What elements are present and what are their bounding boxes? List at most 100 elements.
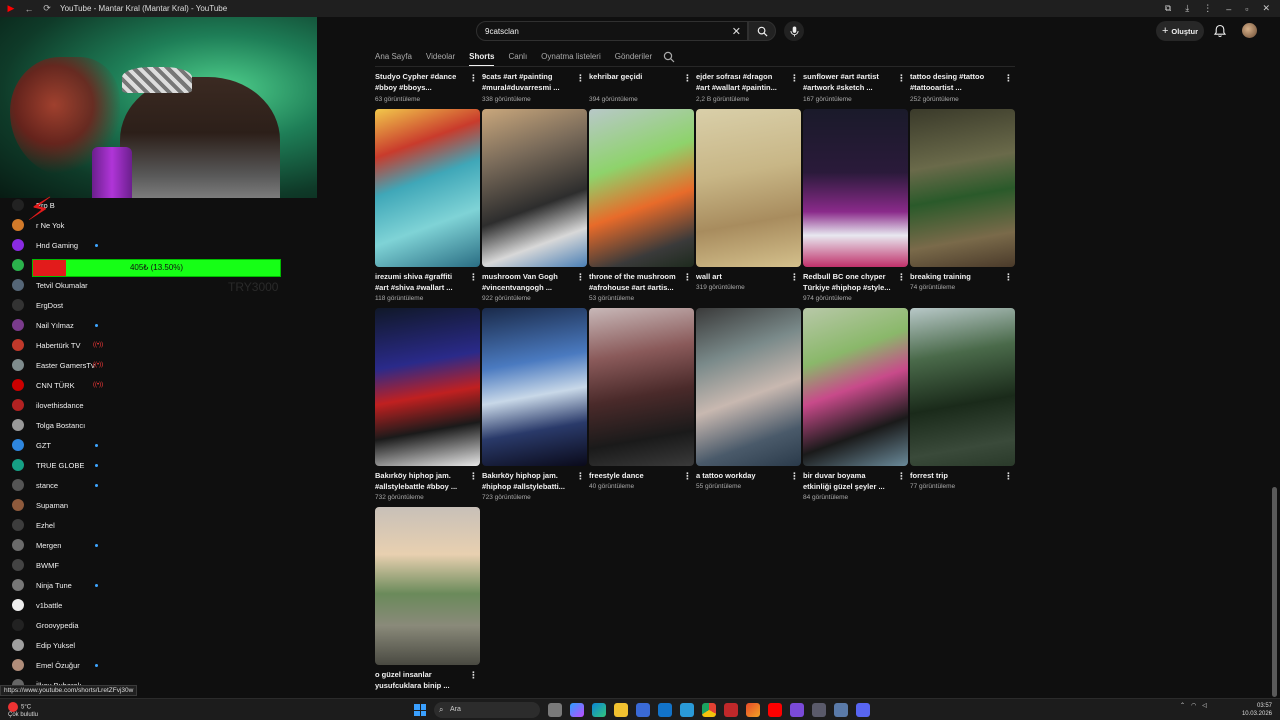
account-avatar[interactable]: [1242, 23, 1257, 38]
short-title[interactable]: wall art: [696, 271, 784, 282]
tab-canlı[interactable]: Canlı: [508, 50, 527, 66]
tray-chevron-icon[interactable]: ⌃: [1180, 702, 1185, 709]
scrollbar-thumb[interactable]: [1272, 487, 1277, 697]
short-title[interactable]: a tattoo workday: [696, 470, 784, 481]
short-title[interactable]: breaking training: [910, 271, 998, 282]
short-thumbnail[interactable]: [482, 308, 587, 466]
sidebar-subscription-item[interactable]: v1battle: [0, 595, 110, 615]
tab-ana-sayfa[interactable]: Ana Sayfa: [375, 50, 412, 66]
more-options-icon[interactable]: ⋮: [790, 471, 799, 482]
short-title[interactable]: irezumi shiva #graffiti #art #shiva #wal…: [375, 271, 463, 293]
short-title[interactable]: Redbull BC one chyper Türkiye #hiphop #s…: [803, 271, 891, 293]
sidebar-subscription-item[interactable]: Groovypedia: [0, 615, 110, 635]
volume-icon[interactable]: ◁: [1202, 702, 1207, 709]
sidebar-subscription-item[interactable]: TRUE GLOBE: [0, 455, 110, 475]
youtube-app-icon[interactable]: [768, 703, 782, 717]
sidebar-subscription-item[interactable]: GZT: [0, 435, 110, 455]
sidebar-subscription-item[interactable]: ilovethisdance: [0, 395, 110, 415]
sidebar-subscription-item[interactable]: Emel Özuğur: [0, 655, 110, 675]
short-title[interactable]: throne of the mushroom #afrohouse #art #…: [589, 271, 677, 293]
sidebar-subscription-item[interactable]: Ninja Tune: [0, 575, 110, 595]
short-thumbnail[interactable]: [910, 308, 1015, 466]
file-explorer-icon[interactable]: [614, 703, 628, 717]
short-title[interactable]: ejder sofrası #dragon #art #wallart #pai…: [696, 71, 784, 93]
task-view-icon[interactable]: [548, 703, 562, 717]
app-icon-blue[interactable]: [680, 703, 694, 717]
office-icon[interactable]: [746, 703, 760, 717]
sidebar-subscription-item[interactable]: Mergen: [0, 535, 110, 555]
more-options-icon[interactable]: ⋮: [683, 73, 692, 84]
store-icon[interactable]: [636, 703, 650, 717]
download-icon[interactable]: ⤓: [1185, 3, 1189, 14]
more-options-icon[interactable]: ⋮: [469, 272, 478, 283]
wifi-icon[interactable]: ◠: [1191, 702, 1196, 709]
short-thumbnail[interactable]: [375, 308, 480, 466]
sidebar-subscription-item[interactable]: stance: [0, 475, 110, 495]
sidebar-subscription-item[interactable]: Supaman: [0, 495, 110, 515]
short-thumbnail[interactable]: [803, 109, 908, 267]
sidebar-subscription-item[interactable]: BWMF: [0, 555, 110, 575]
more-options-icon[interactable]: ⋮: [897, 471, 906, 482]
copilot-icon[interactable]: [570, 703, 584, 717]
app-icon-red[interactable]: [724, 703, 738, 717]
more-options-icon[interactable]: ⋮: [469, 670, 478, 681]
short-title[interactable]: bir duvar boyama etkinliği güzel şeyler …: [803, 470, 891, 492]
sidebar-subscription-item[interactable]: Easter GamersTv ((•)): [0, 355, 110, 375]
short-thumbnail[interactable]: [910, 109, 1015, 267]
edge-icon[interactable]: [592, 703, 606, 717]
minimize-icon[interactable]: –: [1226, 4, 1231, 14]
more-options-icon[interactable]: ⋮: [469, 471, 478, 482]
short-thumbnail[interactable]: [375, 507, 480, 665]
search-input[interactable]: 9catsclan: [485, 27, 519, 36]
extension-icon[interactable]: ⧉: [1165, 3, 1171, 14]
more-options-icon[interactable]: ⋮: [576, 272, 585, 283]
short-thumbnail[interactable]: [696, 109, 801, 267]
search-button[interactable]: [748, 21, 776, 41]
tab-gönderiler[interactable]: Gönderiler: [615, 50, 652, 66]
short-title[interactable]: sunflower #art #artist #artwork #sketch …: [803, 71, 891, 93]
more-options-icon[interactable]: ⋮: [683, 272, 692, 283]
channel-search-icon[interactable]: [663, 51, 675, 63]
more-options-icon[interactable]: ⋮: [683, 471, 692, 482]
sidebar-subscription-item[interactable]: Nail Yılmaz: [0, 315, 110, 335]
voice-search-button[interactable]: [784, 21, 804, 41]
tab-videolar[interactable]: Videolar: [426, 50, 455, 66]
short-title[interactable]: Bakırköy hiphop jam. #hiphop #allstyleba…: [482, 470, 570, 492]
more-options-icon[interactable]: ⋮: [897, 73, 906, 84]
short-thumbnail[interactable]: [375, 109, 480, 267]
reload-icon[interactable]: ⟳: [42, 3, 52, 14]
taskbar-search[interactable]: ⌕ Ara: [434, 702, 540, 718]
sidebar-subscription-item[interactable]: CNN TÜRK ((•)): [0, 375, 110, 395]
short-thumbnail[interactable]: [589, 308, 694, 466]
sidebar-subscription-item[interactable]: Edip Yuksel: [0, 635, 110, 655]
more-options-icon[interactable]: ⋮: [897, 272, 906, 283]
sidebar-subscription-item[interactable]: Hnd Gaming: [0, 235, 110, 255]
more-options-icon[interactable]: ⋮: [576, 73, 585, 84]
short-title[interactable]: freestyle dance: [589, 470, 677, 481]
short-thumbnail[interactable]: [589, 109, 694, 267]
more-options-icon[interactable]: ⋮: [790, 73, 799, 84]
short-title[interactable]: kehribar geçidi: [589, 71, 677, 82]
short-title[interactable]: mushroom Van Gogh #vincentvangogh ...: [482, 271, 570, 293]
clear-search-icon[interactable]: ✕: [732, 25, 741, 38]
start-button[interactable]: [414, 704, 426, 716]
short-title[interactable]: forrest trip: [910, 470, 998, 481]
page-scrollbar[interactable]: [1272, 67, 1277, 697]
short-title[interactable]: Studyo Cypher #dance #bboy #bboys...: [375, 71, 463, 93]
app-icon-gray[interactable]: [812, 703, 826, 717]
taskbar-clock[interactable]: 03:57 10.03.2026: [1240, 702, 1272, 718]
sidebar-subscription-item[interactable]: Ezhel: [0, 515, 110, 535]
outlook-icon[interactable]: [658, 703, 672, 717]
sidebar-subscription-item[interactable]: ErgDost: [0, 295, 110, 315]
browser-menu-icon[interactable]: ⋮: [1203, 3, 1212, 14]
settings-icon[interactable]: [834, 703, 848, 717]
tab-oynatma-listeleri[interactable]: Oynatma listeleri: [541, 50, 601, 66]
sidebar-subscription-item[interactable]: Habertürk TV ((•)): [0, 335, 110, 355]
short-title[interactable]: 9cats #art #painting #mural#duvarresmi .…: [482, 71, 570, 93]
tab-shorts[interactable]: Shorts: [469, 50, 495, 67]
more-options-icon[interactable]: ⋮: [1004, 73, 1013, 84]
short-title[interactable]: o güzel insanlar yusufcuklara binip ...: [375, 669, 463, 691]
close-window-icon[interactable]: ✕: [1262, 3, 1270, 14]
more-options-icon[interactable]: ⋮: [576, 471, 585, 482]
sidebar-subscription-item[interactable]: Tolga Bostancı: [0, 415, 110, 435]
